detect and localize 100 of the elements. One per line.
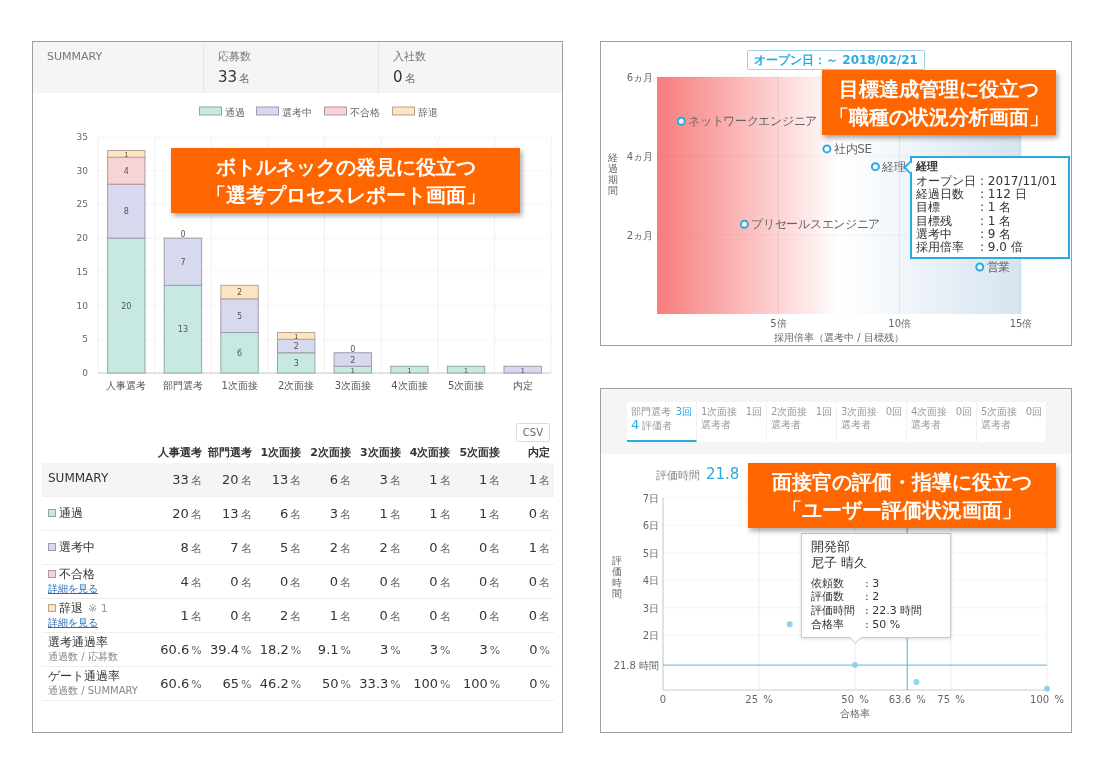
tooltip-label: 合格率 [811, 617, 845, 632]
summary-title: SUMMARY [47, 50, 103, 63]
table-cell: 1 名 [504, 462, 554, 497]
bar-segment [220, 332, 259, 374]
axis-tick-label: 35 [76, 132, 88, 142]
category-label: 5次面接 [447, 380, 485, 391]
data-point [822, 144, 832, 154]
table-cell: 33 名 [156, 462, 206, 497]
footnote-mark: ※ 1 [88, 601, 108, 615]
category-label: 1次面接 [221, 380, 258, 391]
table-cell: 0% [504, 666, 554, 701]
axis-tick-label: 50 % [841, 694, 869, 705]
data-point [852, 662, 858, 669]
bar-segment [503, 365, 542, 374]
category-label: 3次面接 [334, 380, 371, 391]
stage-tab[interactable]: 1次面接 1回 選考者 [697, 402, 767, 442]
details-link[interactable]: 詳細を見る [48, 616, 98, 628]
axis-tick-label: 100 % [1030, 694, 1064, 705]
table-cell: 0 名 [205, 598, 256, 633]
axis-tick-label: 2ヵ月 [626, 230, 653, 241]
column-header: 部門選考 [206, 445, 253, 461]
tooltip-title: 開発部 [811, 539, 851, 556]
table-cell: 0 名 [205, 564, 256, 599]
column-header: 2次面接 [309, 445, 352, 461]
table-cell: 1 名 [454, 496, 505, 531]
tooltip-label: 評価時間 [811, 604, 856, 618]
details-link[interactable]: 詳細を見る [48, 582, 98, 594]
table-cell: 8 名 [156, 530, 206, 565]
legend-swatch [199, 106, 222, 116]
stage-tab[interactable]: 4次面接 0回 選考者 [907, 402, 977, 442]
table-cell: 0 名 [355, 564, 405, 599]
tooltip-value: : 1 名 [980, 214, 1012, 228]
axis-tick-label: 20 [76, 233, 88, 244]
axis-tick-label: 0 [82, 368, 88, 378]
legend-label: 辞退 [417, 107, 438, 118]
axis-tick-label: 6日 [642, 520, 659, 532]
callout-text: ボトルネックの発見に役立つ [215, 153, 476, 181]
table-cell: 1 名 [404, 462, 455, 497]
column-header: 1次面接 [259, 445, 303, 461]
axis-title: 評価時間 [612, 555, 622, 599]
callout-text: 「選考プロセスレポート画面」 [205, 181, 486, 209]
tooltip-label: 目標 [916, 201, 941, 215]
row-caption: 通過数 / 応募数 [48, 650, 118, 662]
stage-tab[interactable]: 2次面接 1回 選考者 [767, 402, 837, 442]
callout-text: 面接官の評価・指導に役立つ [772, 468, 1032, 496]
row-label: SUMMARY [48, 471, 109, 486]
table-cell: 1 名 [454, 462, 505, 497]
data-point [1044, 685, 1050, 692]
data-label: 3 [293, 358, 299, 368]
axis-tick-label: 25 [76, 199, 88, 210]
tooltip-label: 評価数 [811, 590, 845, 604]
table-cell: 33.3% [355, 666, 405, 701]
tooltip-value: : 112 日 [980, 188, 1027, 202]
axis-tick-label: 30 [76, 165, 88, 176]
data-label: 2 [237, 288, 243, 298]
table-cell: 1 名 [156, 598, 206, 633]
axis-tick-label: 10倍 [888, 318, 912, 329]
data-label: 4 [123, 166, 129, 176]
metric-value: 21.8 [706, 465, 740, 483]
data-label: 2 [350, 355, 356, 365]
data-point [739, 219, 749, 229]
category-label: 部門選考 [162, 380, 203, 391]
column-header: 内定 [527, 445, 551, 461]
table-cell: 6名 [255, 496, 306, 531]
row-label: 通過 [59, 505, 83, 520]
category-label: 人事選考 [106, 380, 147, 391]
data-label: 0 [180, 230, 186, 240]
tooltip-value: : 9.0 倍 [980, 241, 1023, 255]
axis-tick-label: 5日 [642, 547, 659, 559]
stage-tab[interactable]: 部門選考 3回 4 評価者 [627, 402, 697, 442]
table-cell: 2 名 [305, 530, 355, 565]
table-cell: 39.4% [205, 632, 256, 667]
table-cell: 9.1% [305, 632, 355, 667]
tooltip-label: オープン日 [916, 175, 977, 189]
stage-tab[interactable]: 3次面接 0回 選考者 [837, 402, 907, 442]
table-cell: 0 名 [305, 564, 355, 599]
table-cell: 100% [454, 666, 505, 701]
data-point [870, 162, 880, 172]
axis-title: 採用倍率（選考中 / 目標残） [774, 332, 904, 343]
stage-tab[interactable]: 5次面接 0回 選考者 [977, 402, 1047, 442]
row-label: 不合格 [59, 566, 95, 581]
table-cell: 0% [504, 632, 554, 667]
table-cell: 13 名 [205, 496, 256, 531]
axis-tick-label: 21.8 時間 [613, 660, 659, 672]
data-label: 20 [121, 301, 132, 311]
table-cell: 0 名 [504, 598, 554, 633]
table-cell: 2 名 [355, 530, 405, 565]
axis-tick-label: 63.6 % [888, 694, 926, 705]
tooltip-title: 尼子 晴久 [811, 555, 869, 572]
axis-tick-label: 4ヵ月 [626, 151, 653, 162]
table-cell: 0 名 [404, 598, 455, 633]
tooltip-label: 依頼数 [811, 576, 845, 591]
table-cell: 3% [355, 632, 405, 667]
data-point [913, 679, 920, 686]
csv-button[interactable]: CSV [515, 423, 550, 442]
bar-segment [277, 352, 316, 374]
tooltip-value: : 50 % [865, 617, 901, 632]
axis-tick-label: 7日 [642, 493, 659, 504]
legend-label: 通過 [224, 107, 245, 118]
table-cell: 3% [404, 632, 455, 667]
